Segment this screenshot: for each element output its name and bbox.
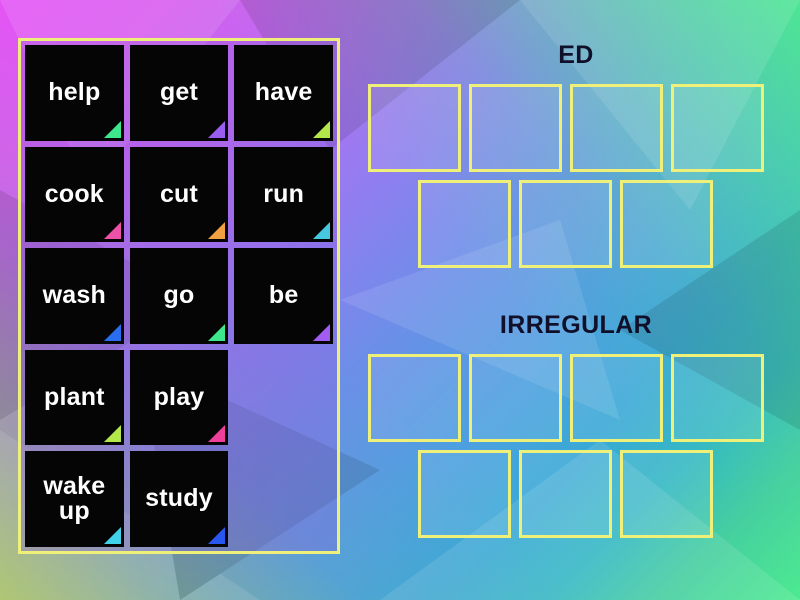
drop-slot[interactable] [368, 354, 461, 442]
word-card-label: go [163, 281, 195, 310]
corner-triangle-icon [208, 120, 226, 138]
corner-triangle-icon [312, 222, 330, 240]
word-card-label: study [145, 484, 213, 513]
word-card[interactable]: study [129, 451, 229, 547]
drop-slot[interactable] [519, 180, 612, 268]
word-card-label: plant [43, 382, 105, 411]
word-card[interactable]: run [234, 146, 333, 243]
zone-ed-row-1 [368, 84, 784, 172]
corner-triangle-icon [103, 425, 121, 443]
word-card[interactable]: wash [25, 248, 124, 344]
word-card[interactable]: be [234, 248, 333, 344]
word-card[interactable]: go [129, 248, 229, 344]
corner-triangle-icon [103, 526, 121, 544]
corner-triangle-icon [208, 323, 226, 341]
drop-slot[interactable] [519, 450, 612, 538]
word-card-empty [234, 350, 333, 446]
corner-triangle-icon [208, 425, 226, 443]
word-card-label: wash [42, 281, 106, 310]
word-card-label: cut [159, 179, 199, 208]
word-card[interactable]: plant [25, 349, 124, 446]
zone-ed-row-2 [368, 180, 784, 268]
word-card[interactable]: wake up [25, 451, 124, 547]
drop-slot[interactable] [671, 84, 764, 172]
drop-slot[interactable] [570, 84, 663, 172]
word-card-label: help [48, 78, 101, 107]
zone-irregular-row-2 [368, 450, 784, 538]
word-bank-panel: help get have cook cut run wash go be plant play wa… [18, 38, 340, 554]
drop-zone-irregular: IRREGULAR [368, 310, 784, 538]
word-card[interactable]: cook [25, 146, 124, 243]
word-card[interactable]: help [25, 45, 124, 141]
word-card-label: wake up [43, 471, 106, 526]
activity-canvas: help get have cook cut run wash go be plant play wa… [0, 0, 800, 600]
word-card-label: have [254, 78, 313, 107]
word-bank-grid: help get have cook cut run wash go be plant play wa… [25, 45, 333, 547]
word-card-label: run [263, 179, 305, 208]
drop-slot[interactable] [368, 84, 461, 172]
word-card-empty [234, 451, 333, 547]
drop-zone-ed: ED [368, 40, 784, 268]
word-card[interactable]: cut [129, 146, 229, 243]
zone-irregular-row-1 [368, 354, 784, 442]
drop-slot[interactable] [418, 450, 511, 538]
corner-triangle-icon [208, 526, 226, 544]
drop-slot[interactable] [620, 450, 713, 538]
word-card[interactable]: play [129, 349, 229, 446]
drop-slot[interactable] [570, 354, 663, 442]
word-card-label: be [268, 281, 299, 310]
zone-title-ed: ED [558, 41, 594, 69]
corner-triangle-icon [103, 323, 121, 341]
corner-triangle-icon [103, 222, 121, 240]
corner-triangle-icon [312, 323, 330, 341]
corner-triangle-icon [208, 222, 226, 240]
zone-title-irregular: IRREGULAR [499, 311, 653, 339]
drop-slot[interactable] [469, 84, 562, 172]
corner-triangle-icon [103, 120, 121, 138]
word-card[interactable]: have [234, 45, 333, 141]
drop-slot[interactable] [418, 180, 511, 268]
drop-slot[interactable] [469, 354, 562, 442]
word-card-label: play [153, 382, 205, 411]
corner-triangle-icon [312, 120, 330, 138]
word-card-label: cook [44, 179, 104, 208]
drop-slot[interactable] [671, 354, 764, 442]
word-card-label: get [159, 78, 199, 107]
word-card[interactable]: get [129, 45, 229, 141]
drop-slot[interactable] [620, 180, 713, 268]
